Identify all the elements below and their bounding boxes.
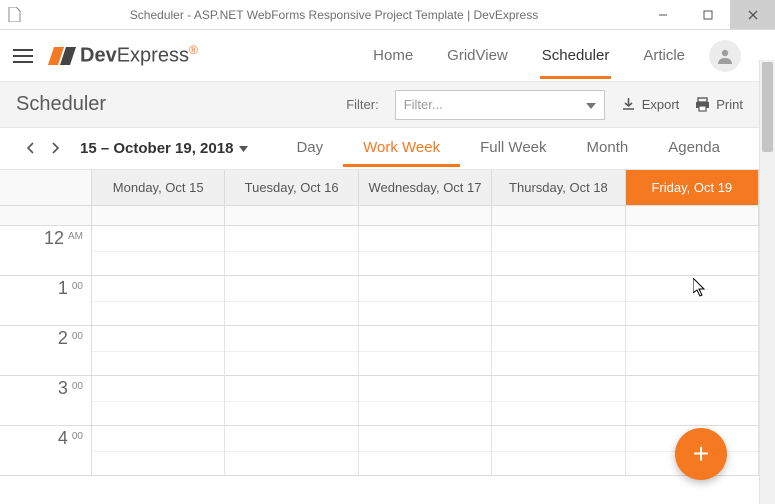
toolbar: Scheduler Filter: Filter... Export Print [0, 82, 759, 128]
hour-row: 300 [0, 376, 759, 426]
time-cell[interactable] [92, 326, 225, 375]
time-cell[interactable] [225, 326, 358, 375]
calendar: Monday, Oct 15Tuesday, Oct 16Wednesday, … [0, 170, 759, 486]
hour-row: 100 [0, 276, 759, 326]
date-range-selector[interactable]: 15 – October 19, 2018 [80, 140, 248, 157]
time-cell[interactable] [359, 276, 492, 325]
hour-label: 100 [0, 276, 92, 325]
time-gutter-allday [0, 206, 92, 225]
scrollbar-thumb[interactable] [762, 62, 773, 152]
allday-cell[interactable] [492, 206, 625, 225]
page-title: Scheduler [16, 93, 106, 116]
chevron-right-icon [52, 142, 60, 154]
hour-label: 12AM [0, 226, 92, 275]
nav-link-gridview[interactable]: GridView [445, 33, 510, 79]
window-titlebar: Scheduler - ASP.NET WebForms Responsive … [0, 0, 775, 30]
day-header[interactable]: Tuesday, Oct 16 [225, 170, 358, 205]
hour-label: 200 [0, 326, 92, 375]
hour-label: 400 [0, 426, 92, 475]
time-cell[interactable] [359, 326, 492, 375]
time-cell[interactable] [225, 426, 358, 475]
view-tab-work-week[interactable]: Work Week [343, 130, 460, 167]
filter-label: Filter: [346, 97, 379, 112]
allday-cell[interactable] [225, 206, 358, 225]
chevron-down-icon [586, 97, 596, 112]
plus-icon: + [693, 438, 709, 470]
menu-button[interactable] [8, 41, 38, 71]
prev-button[interactable] [22, 139, 38, 159]
chevron-down-icon [239, 146, 248, 152]
time-cell[interactable] [359, 226, 492, 275]
print-button[interactable]: Print [695, 97, 743, 112]
view-tab-agenda[interactable]: Agenda [648, 130, 740, 167]
hour-label: 300 [0, 376, 92, 425]
time-cell[interactable] [92, 376, 225, 425]
time-cell[interactable] [92, 276, 225, 325]
window-title: Scheduler - ASP.NET WebForms Responsive … [28, 8, 640, 22]
download-icon [621, 97, 636, 112]
day-header[interactable]: Wednesday, Oct 17 [359, 170, 492, 205]
day-header[interactable]: Thursday, Oct 18 [492, 170, 625, 205]
top-nav: DevExpress® Home GridView Scheduler Article [0, 30, 759, 82]
allday-cell[interactable] [626, 206, 759, 225]
user-avatar[interactable] [709, 40, 741, 72]
allday-cell[interactable] [359, 206, 492, 225]
time-cell[interactable] [92, 426, 225, 475]
chevron-left-icon [26, 142, 34, 154]
time-cell[interactable] [225, 276, 358, 325]
view-tab-month[interactable]: Month [567, 130, 649, 167]
print-icon [695, 97, 710, 112]
day-header[interactable]: Monday, Oct 15 [92, 170, 225, 205]
time-cell[interactable] [626, 226, 759, 275]
filter-placeholder: Filter... [404, 97, 443, 112]
window-controls [640, 0, 775, 29]
nav-link-home[interactable]: Home [371, 33, 415, 79]
export-button[interactable]: Export [621, 97, 680, 112]
time-cell[interactable] [492, 326, 625, 375]
close-button[interactable] [730, 0, 775, 29]
minimize-button[interactable] [640, 0, 685, 29]
allday-cell[interactable] [92, 206, 225, 225]
time-cell[interactable] [492, 376, 625, 425]
view-tab-day[interactable]: Day [276, 130, 343, 167]
time-cell[interactable] [626, 326, 759, 375]
time-cell[interactable] [492, 426, 625, 475]
document-icon [0, 7, 28, 22]
scrollbar[interactable] [759, 60, 775, 504]
time-cell[interactable] [225, 226, 358, 275]
hour-row: 12AM [0, 226, 759, 276]
view-tab-full-week[interactable]: Full Week [460, 130, 566, 167]
devexpress-icon [48, 43, 78, 69]
time-cell[interactable] [359, 376, 492, 425]
view-bar: 15 – October 19, 2018 DayWork WeekFull W… [0, 128, 759, 170]
time-gutter-header [0, 170, 92, 205]
time-cell[interactable] [492, 276, 625, 325]
day-header[interactable]: Friday, Oct 19 [626, 170, 759, 205]
next-button[interactable] [48, 139, 64, 159]
user-icon [716, 47, 734, 65]
nav-link-article[interactable]: Article [641, 33, 687, 79]
time-cell[interactable] [92, 226, 225, 275]
add-event-fab[interactable]: + [675, 428, 727, 480]
hour-row: 400 [0, 426, 759, 476]
time-cell[interactable] [626, 376, 759, 425]
brand-text: DevExpress® [80, 43, 198, 68]
hour-row: 200 [0, 326, 759, 376]
time-cell[interactable] [225, 376, 358, 425]
nav-link-scheduler[interactable]: Scheduler [540, 33, 612, 79]
filter-input[interactable]: Filter... [395, 90, 605, 120]
brand-logo[interactable]: DevExpress® [48, 43, 198, 69]
time-cell[interactable] [359, 426, 492, 475]
time-cell[interactable] [492, 226, 625, 275]
maximize-button[interactable] [685, 0, 730, 29]
time-cell[interactable] [626, 276, 759, 325]
